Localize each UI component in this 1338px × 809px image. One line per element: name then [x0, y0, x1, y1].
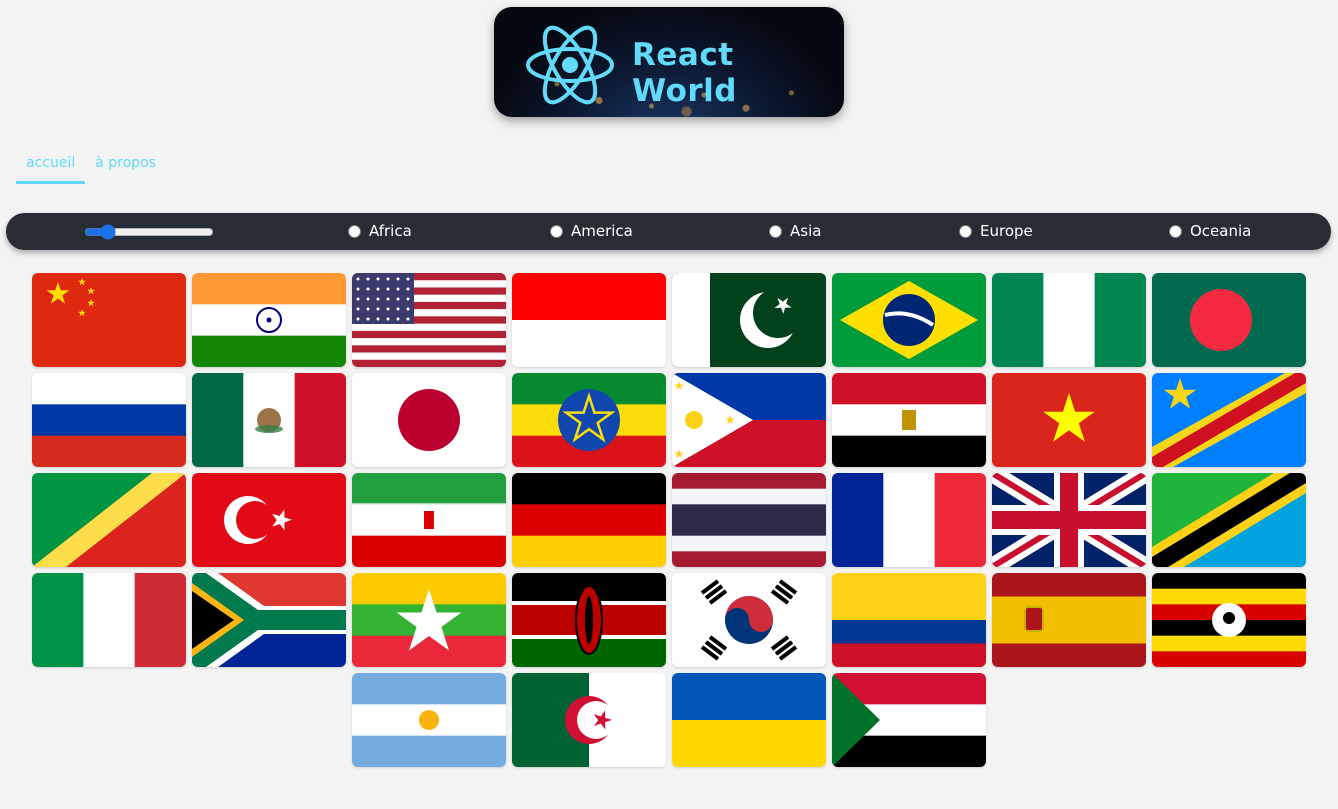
- region-radio-asia[interactable]: [769, 224, 782, 238]
- flag-spain-icon: [992, 573, 1146, 667]
- flag-card-russia[interactable]: [32, 373, 186, 467]
- flag-card-south-africa[interactable]: [192, 573, 346, 667]
- flag-card-iran[interactable]: [352, 473, 506, 567]
- flag-turkey-icon: [192, 473, 346, 567]
- region-label-oceania: Oceania: [1190, 222, 1252, 240]
- flag-ukraine-icon: [672, 673, 826, 767]
- flag-dr-congo-icon: [1152, 373, 1306, 467]
- flag-china-icon: [32, 273, 186, 367]
- flag-card-united-kingdom[interactable]: [992, 473, 1146, 567]
- flag-ethiopia-icon: [512, 373, 666, 467]
- flag-card-pakistan[interactable]: [672, 273, 826, 367]
- flag-uganda-icon: [1152, 573, 1306, 667]
- flag-card-algeria[interactable]: [512, 673, 666, 767]
- flag-card-egypt[interactable]: [832, 373, 986, 467]
- region-label-europe: Europe: [980, 222, 1033, 240]
- flag-mexico-icon: [192, 373, 346, 467]
- region-label-africa: Africa: [369, 222, 412, 240]
- region-label-asia: Asia: [790, 222, 822, 240]
- region-radio-america[interactable]: [550, 224, 563, 238]
- region-option-america[interactable]: America: [550, 222, 633, 240]
- main-nav: accueil à propos: [16, 155, 166, 184]
- flag-card-dr-congo[interactable]: [1152, 373, 1306, 467]
- flag-france-icon: [832, 473, 986, 567]
- flag-philippines-icon: [672, 373, 826, 467]
- region-option-oceania[interactable]: Oceania: [1169, 222, 1251, 240]
- flag-card-nigeria[interactable]: [992, 273, 1146, 367]
- flag-russia-icon: [32, 373, 186, 467]
- flag-card-india[interactable]: [192, 273, 346, 367]
- flag-united-kingdom-icon: [992, 473, 1146, 567]
- flag-card-turkey[interactable]: [192, 473, 346, 567]
- flag-germany-icon: [512, 473, 666, 567]
- flag-card-mexico[interactable]: [192, 373, 346, 467]
- country-count-slider[interactable]: [84, 222, 214, 242]
- flag-card-sudan[interactable]: [832, 673, 986, 767]
- flag-myanmar-icon: [352, 573, 506, 667]
- flag-card-italy[interactable]: [32, 573, 186, 667]
- flag-card-france[interactable]: [832, 473, 986, 567]
- flag-card-uganda[interactable]: [1152, 573, 1306, 667]
- flag-card-japan[interactable]: [352, 373, 506, 467]
- region-option-asia[interactable]: Asia: [769, 222, 821, 240]
- flag-thailand-icon: [672, 473, 826, 567]
- flag-iran-icon: [352, 473, 506, 567]
- flag-card-kenya[interactable]: [512, 573, 666, 667]
- flag-kenya-icon: [512, 573, 666, 667]
- flag-card-bangladesh[interactable]: [1152, 273, 1306, 367]
- flag-card-china[interactable]: [32, 273, 186, 367]
- flag-tanzania-icon: [1152, 473, 1306, 567]
- flag-united-states-icon: [352, 273, 506, 367]
- flag-card-myanmar[interactable]: [352, 573, 506, 667]
- flag-south-korea-icon: [672, 573, 826, 667]
- flag-bangladesh-icon: [1152, 273, 1306, 367]
- flag-card-ukraine[interactable]: [672, 673, 826, 767]
- react-world-logo: React World: [494, 7, 844, 117]
- flag-card-colombia[interactable]: [832, 573, 986, 667]
- flag-card-tanzania[interactable]: [1152, 473, 1306, 567]
- flag-argentina-icon: [352, 673, 506, 767]
- flag-colombia-icon: [832, 573, 986, 667]
- flag-card-ethiopia[interactable]: [512, 373, 666, 467]
- flag-sudan-icon: [832, 673, 986, 767]
- flag-algeria-icon: [512, 673, 666, 767]
- flag-card-germany[interactable]: [512, 473, 666, 567]
- flag-card-argentina[interactable]: [352, 673, 506, 767]
- nav-link-a-propos[interactable]: à propos: [85, 155, 166, 184]
- flag-india-icon: [192, 273, 346, 367]
- region-label-america: America: [571, 222, 633, 240]
- flag-south-africa-icon: [192, 573, 346, 667]
- region-radio-europe[interactable]: [959, 224, 972, 238]
- nav-link-accueil[interactable]: accueil: [16, 155, 86, 184]
- flag-card-vietnam[interactable]: [992, 373, 1146, 467]
- flag-congo-icon: [32, 473, 186, 567]
- flag-card-brazil[interactable]: [832, 273, 986, 367]
- flag-card-south-korea[interactable]: [672, 573, 826, 667]
- region-option-africa[interactable]: Africa: [348, 222, 412, 240]
- flag-card-united-states[interactable]: [352, 273, 506, 367]
- flag-japan-icon: [352, 373, 506, 467]
- region-radio-africa[interactable]: [348, 224, 361, 238]
- flag-pakistan-icon: [672, 273, 826, 367]
- flag-brazil-icon: [832, 273, 986, 367]
- react-atom-icon: [526, 25, 614, 105]
- flag-vietnam-icon: [992, 373, 1146, 467]
- flag-egypt-icon: [832, 373, 986, 467]
- flag-italy-icon: [32, 573, 186, 667]
- flag-card-spain[interactable]: [992, 573, 1146, 667]
- region-option-europe[interactable]: Europe: [959, 222, 1033, 240]
- region-radio-oceania[interactable]: [1169, 224, 1182, 238]
- flag-card-philippines[interactable]: [672, 373, 826, 467]
- flag-card-indonesia[interactable]: [512, 273, 666, 367]
- flag-card-thailand[interactable]: [672, 473, 826, 567]
- app-title: React World: [632, 37, 737, 109]
- flag-card-congo[interactable]: [32, 473, 186, 567]
- flag-indonesia-icon: [512, 273, 666, 367]
- flag-nigeria-icon: [992, 273, 1146, 367]
